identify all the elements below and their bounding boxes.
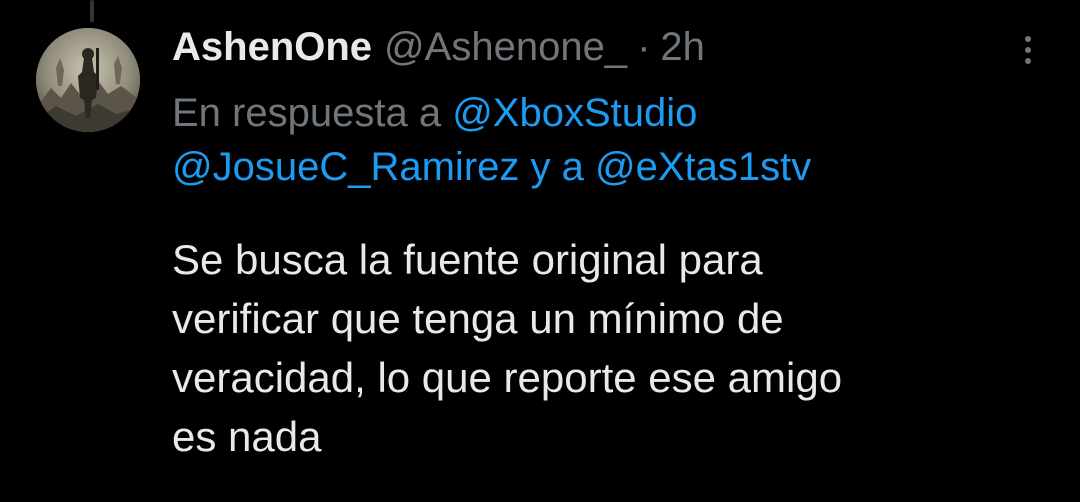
tweet-text-line: veracidad, lo que reporte ese amigo	[172, 354, 843, 401]
tweet[interactable]: AshenOne @Ashenone_ · 2h En respuesta a …	[0, 0, 1080, 502]
tweet-header: AshenOne @Ashenone_ · 2h	[172, 22, 705, 72]
more-dot	[1025, 58, 1031, 64]
reply-line-1: En respuesta a @XboxStudio	[172, 86, 1032, 140]
tweet-text-line: Se busca la fuente original para	[172, 236, 763, 283]
reply-context: En respuesta a @XboxStudio @JosueC_Ramir…	[172, 86, 1032, 194]
tweet-text-line: verificar que tenga un mínimo de	[172, 295, 784, 342]
user-handle[interactable]: @Ashenone_	[384, 22, 627, 72]
display-name[interactable]: AshenOne	[172, 22, 372, 72]
tweet-text-line: es nada	[172, 413, 322, 460]
more-dot	[1025, 47, 1031, 53]
avatar[interactable]	[36, 28, 140, 132]
thread-connector-line	[90, 0, 94, 22]
tweet-text: Se busca la fuente original para verific…	[172, 230, 1042, 466]
mention-link[interactable]: @JosueC_Ramirez	[172, 145, 519, 189]
reply-line-2: @JosueC_Ramirez y a @eXtas1stv	[172, 140, 1032, 194]
reply-prefix: En respuesta a	[172, 91, 442, 135]
avatar-image	[36, 28, 140, 132]
timestamp[interactable]: 2h	[660, 22, 705, 72]
mention-link[interactable]: @XboxStudio	[452, 91, 697, 135]
more-dot	[1025, 36, 1031, 42]
more-horizontal-icon[interactable]	[1016, 30, 1040, 70]
separator-dot: ·	[637, 25, 651, 69]
reply-conjunction: y a	[530, 145, 584, 189]
mention-link[interactable]: @eXtas1stv	[595, 145, 811, 189]
